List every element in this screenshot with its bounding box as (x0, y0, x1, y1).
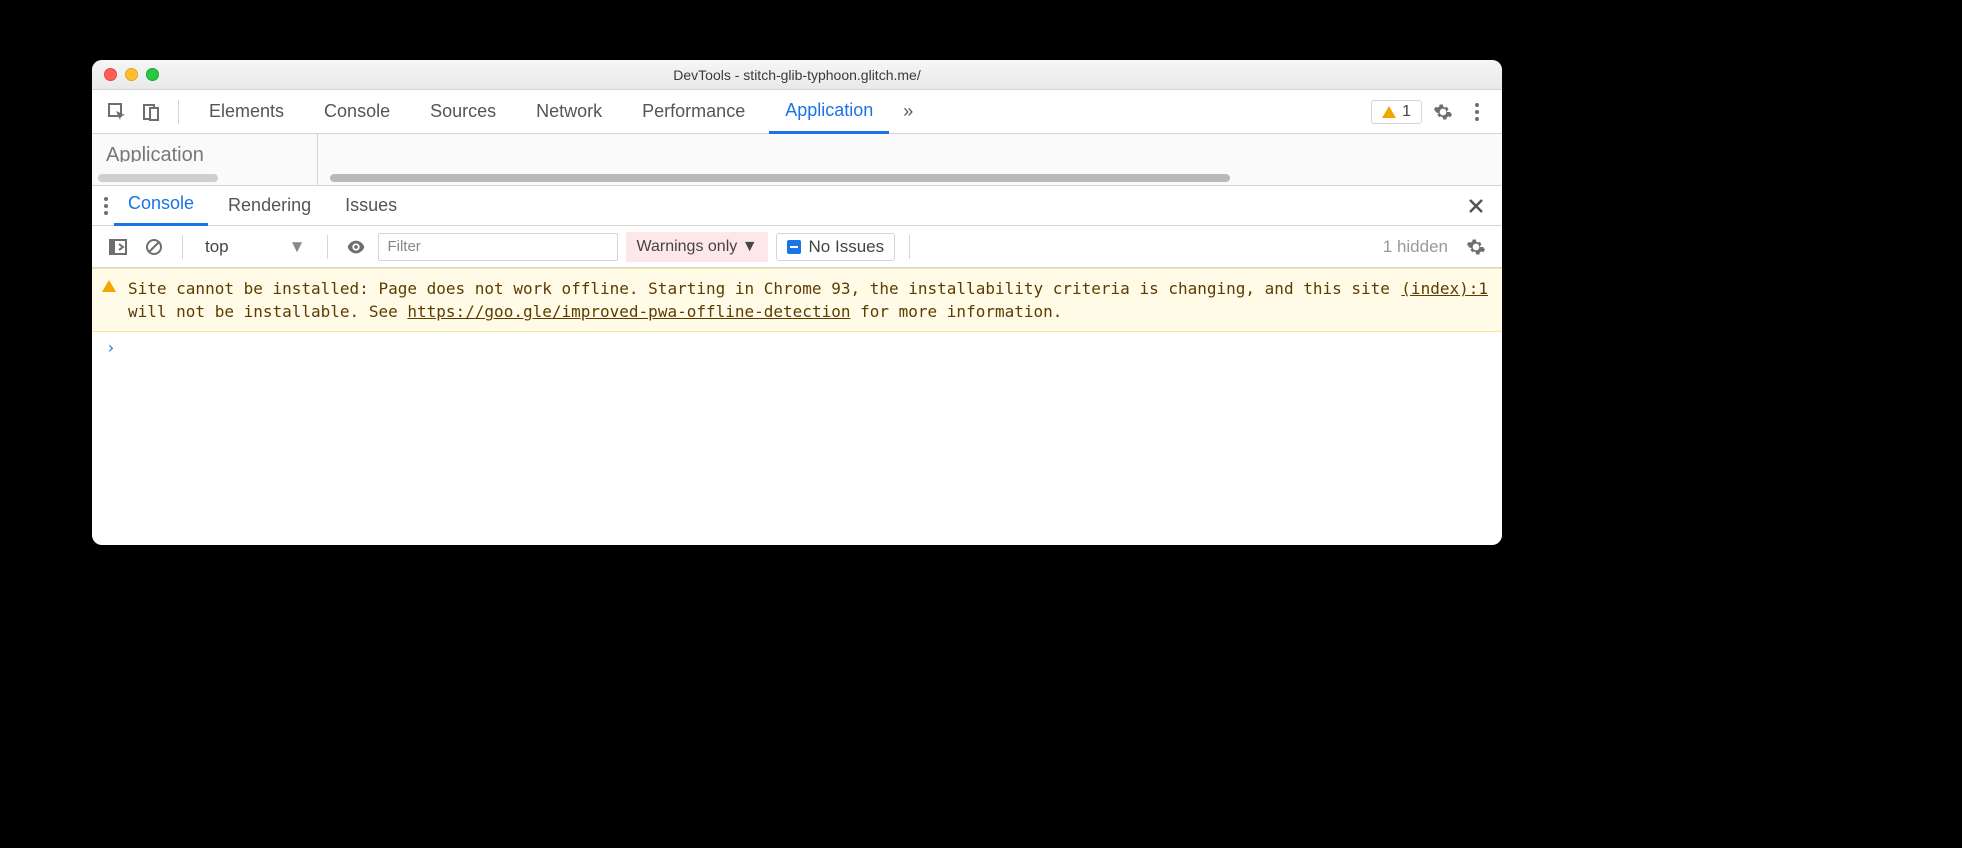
application-panel-body: Application (92, 134, 1502, 186)
sidebar-heading: Application (106, 144, 303, 162)
drawer-tab-console[interactable]: Console (114, 186, 208, 226)
settings-button[interactable] (1430, 99, 1456, 125)
drawer-kebab-menu[interactable] (104, 197, 108, 215)
clear-console-icon[interactable] (140, 233, 168, 261)
sidebar-scrollbar[interactable] (98, 174, 218, 182)
console-warning-message[interactable]: (index):1 Site cannot be installed: Page… (92, 268, 1502, 332)
toolbar-divider (909, 235, 910, 259)
no-issues-button[interactable]: No Issues (776, 233, 896, 261)
message-source-link[interactable]: (index):1 (1401, 277, 1488, 300)
toolbar-divider (327, 235, 328, 259)
issues-icon (787, 240, 801, 254)
devtools-window: DevTools - stitch-glib-typhoon.glitch.me… (92, 60, 1502, 545)
console-filter-input[interactable] (378, 233, 618, 261)
execution-context-selector[interactable]: top ▼ (197, 233, 313, 261)
drawer-tab-rendering[interactable]: Rendering (214, 188, 325, 223)
drawer-tab-issues[interactable]: Issues (331, 188, 411, 223)
no-issues-label: No Issues (809, 237, 885, 257)
log-level-selector[interactable]: Warnings only ▼ (626, 232, 767, 262)
warning-text-post: for more information. (850, 302, 1062, 321)
minimize-window-button[interactable] (125, 68, 138, 81)
tab-network[interactable]: Network (520, 93, 618, 130)
main-pane-scrollbar[interactable] (330, 174, 1230, 182)
context-label: top (205, 237, 229, 257)
issues-count: 1 (1402, 103, 1411, 121)
window-title: DevTools - stitch-glib-typhoon.glitch.me… (92, 67, 1502, 83)
close-window-button[interactable] (104, 68, 117, 81)
zoom-window-button[interactable] (146, 68, 159, 81)
prompt-chevron-icon: › (106, 338, 116, 357)
drawer-tabs: Console Rendering Issues (92, 186, 1502, 226)
warning-link[interactable]: https://goo.gle/improved-pwa-offline-det… (407, 302, 850, 321)
tab-elements[interactable]: Elements (193, 93, 300, 130)
console-toolbar: top ▼ Warnings only ▼ No Issues 1 hidden (92, 226, 1502, 268)
tab-divider (178, 100, 179, 124)
warning-icon (1382, 106, 1396, 118)
chevron-down-icon: ▼ (289, 237, 306, 257)
tab-performance[interactable]: Performance (626, 93, 761, 130)
console-prompt[interactable]: › (92, 332, 1502, 363)
tab-application[interactable]: Application (769, 92, 889, 134)
drawer-close-button[interactable] (1462, 192, 1490, 220)
window-titlebar: DevTools - stitch-glib-typhoon.glitch.me… (92, 60, 1502, 90)
inspect-element-icon[interactable] (104, 99, 130, 125)
console-settings-icon[interactable] (1462, 233, 1490, 261)
console-sidebar-toggle-icon[interactable] (104, 233, 132, 261)
log-level-label: Warnings only ▼ (636, 238, 757, 256)
kebab-menu-button[interactable] (1464, 99, 1490, 125)
tab-console[interactable]: Console (308, 93, 406, 130)
window-traffic-lights (92, 68, 159, 81)
devtools-main-tabs: Elements Console Sources Network Perform… (92, 90, 1502, 134)
application-main-pane[interactable] (318, 134, 1502, 185)
tab-sources[interactable]: Sources (414, 93, 512, 130)
issues-badge[interactable]: 1 (1371, 100, 1422, 124)
hidden-count[interactable]: 1 hidden (1383, 237, 1448, 257)
live-expression-icon[interactable] (342, 233, 370, 261)
device-toolbar-icon[interactable] (138, 99, 164, 125)
toolbar-divider (182, 235, 183, 259)
tab-more[interactable]: » (897, 93, 919, 130)
warning-icon (102, 280, 116, 292)
application-sidebar[interactable]: Application (92, 134, 318, 185)
